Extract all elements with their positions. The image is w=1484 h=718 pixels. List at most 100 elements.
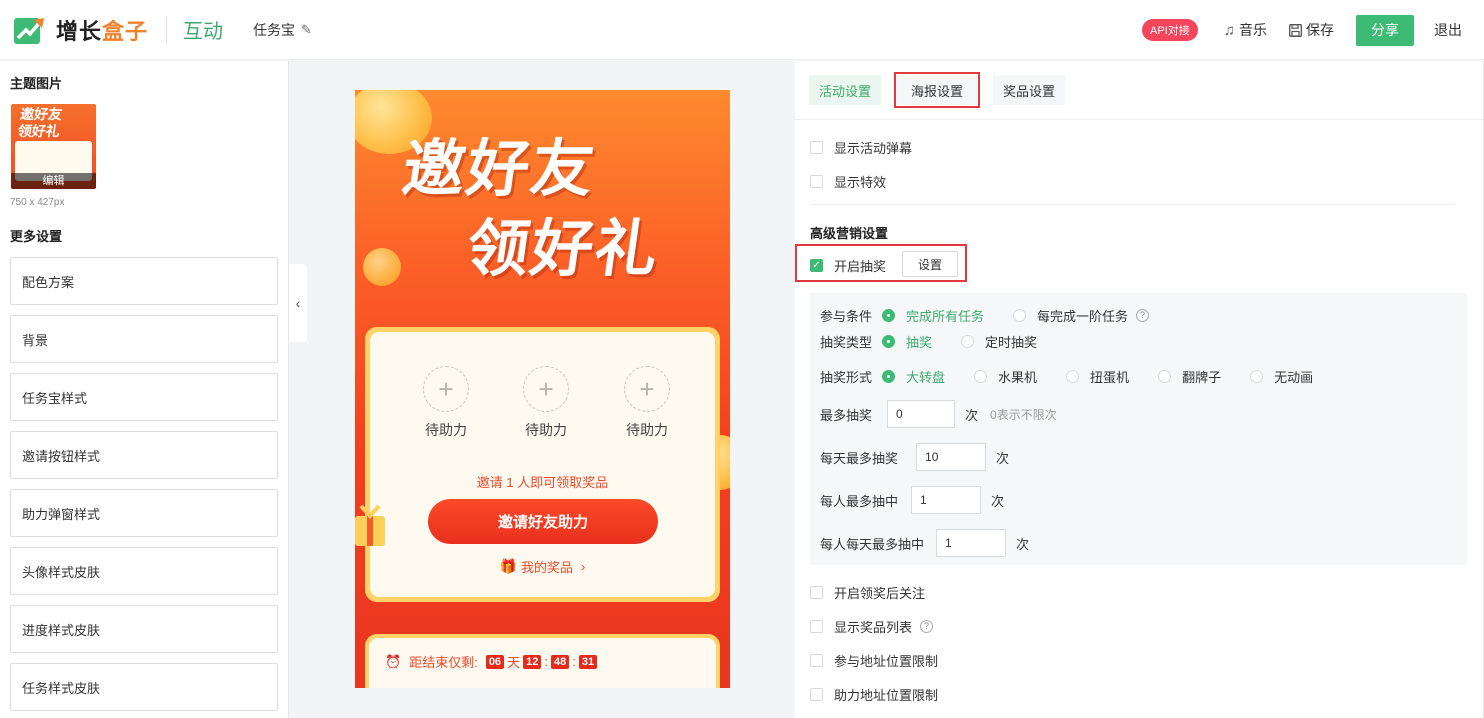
unit-label: 次 (965, 407, 979, 423)
colon: : (544, 654, 548, 669)
music-icon: ♫ (1223, 21, 1235, 39)
join-location-limit-option[interactable]: 参与地址位置限制 (810, 651, 938, 670)
follow-after-claim-checkbox[interactable] (810, 586, 823, 599)
join-location-limit-label: 参与地址位置限制 (834, 654, 939, 669)
enable-lottery-checkbox[interactable]: ✓ (810, 259, 823, 272)
setting-item-color-scheme[interactable]: 配色方案 (10, 257, 278, 305)
chevron-right-icon: › (581, 559, 586, 574)
form-wheel[interactable]: 大转盘 (882, 367, 945, 386)
per-user-daily-max-wins-input[interactable]: 1 (936, 529, 1007, 557)
max-draws-input[interactable]: 0 (887, 400, 956, 428)
radio[interactable] (1013, 309, 1027, 322)
show-danmu-checkbox[interactable] (810, 141, 823, 154)
per-user-daily-max-wins-label: 每人每天最多抽中 (820, 536, 925, 552)
follow-after-claim-option[interactable]: 开启领奖后关注 (810, 583, 925, 602)
radio[interactable] (1250, 370, 1264, 383)
edit-image-button[interactable]: 编辑 (11, 173, 96, 189)
module-name: 互动 (183, 21, 224, 43)
setting-item-background[interactable]: 背景 (10, 315, 278, 363)
form-no-animation[interactable]: 无动画 (1250, 367, 1313, 386)
music-label: 音乐 (1239, 22, 1267, 38)
invite-requirement-text: 邀请 1 人即可领取奖品 (476, 475, 609, 490)
plus-icon: + (624, 366, 670, 412)
condition-each-stage[interactable]: 每完成一阶任务 (1013, 306, 1128, 325)
type-lottery[interactable]: 抽奖 (882, 332, 932, 351)
api-badge[interactable]: API对接 (1142, 19, 1198, 41)
lottery-form-row: 抽奖形式 大转盘 水果机 扭蛋机 翻牌子 无动画 (820, 367, 1342, 386)
participation-condition-row: 参与条件 完成所有任务 每完成一阶任务 ? (820, 306, 1150, 325)
logo: 增长盒子 (14, 14, 148, 46)
exit-button[interactable]: 退出 (1434, 20, 1462, 40)
theme-image-thumbnail[interactable]: 邀好友 领好礼 编辑 (11, 104, 96, 189)
show-danmu-option[interactable]: 显示活动弹幕 (810, 138, 912, 157)
setting-item-progress-skin[interactable]: 进度样式皮肤 (10, 605, 278, 653)
setting-item-help-popup-style[interactable]: 助力弹窗样式 (10, 489, 278, 537)
helper-label: 待助力 (626, 422, 668, 438)
condition-all-tasks[interactable]: 完成所有任务 (882, 306, 984, 325)
helper-slot[interactable]: + 待助力 (516, 366, 576, 440)
help-location-limit-checkbox[interactable] (810, 688, 823, 701)
invite-card: + 待助力 + 待助力 + 待助力 邀请 1 人即可领取奖品 邀请好友助力 🎁 … (365, 327, 720, 602)
help-location-limit-option[interactable]: 助力地址位置限制 (810, 685, 938, 704)
type-scheduled-lottery[interactable]: 定时抽奖 (961, 332, 1037, 351)
divider (795, 119, 1484, 120)
help-icon[interactable]: ? (920, 620, 934, 633)
max-draws-row: 最多抽奖 0 次 0表示不限次 (820, 400, 1057, 428)
per-user-max-wins-input[interactable]: 1 (911, 486, 982, 514)
show-effect-option[interactable]: 显示特效 (810, 172, 886, 191)
helper-label: 待助力 (525, 422, 567, 438)
enable-lottery-option[interactable]: ✓ 开启抽奖 (810, 256, 886, 275)
help-icon[interactable]: ? (1136, 309, 1150, 322)
lottery-form-label: 抽奖形式 (820, 370, 873, 385)
advanced-marketing-title: 高级营销设置 (810, 226, 889, 241)
tab-activity-settings[interactable]: 活动设置 (809, 75, 882, 105)
my-prize-link[interactable]: 🎁 我的奖品 › (370, 557, 715, 576)
form-fruit-machine[interactable]: 水果机 (974, 367, 1037, 386)
edit-pencil-icon[interactable]: ✎ (301, 22, 312, 38)
colon: : (572, 654, 576, 669)
helper-slot[interactable]: + 待助力 (617, 366, 677, 440)
show-effect-checkbox[interactable] (810, 175, 823, 188)
coin-decoration (363, 248, 401, 286)
form-gashapon[interactable]: 扭蛋机 (1066, 367, 1129, 386)
help-location-limit-label: 助力地址位置限制 (834, 688, 939, 703)
top-header: 增长盒子 互动 任务宝 ✎ API对接 ♫ 音乐 保存 分享 退出 (0, 0, 1484, 60)
setting-item-task-style[interactable]: 任务宝样式 (10, 373, 278, 421)
invite-friends-button[interactable]: 邀请好友助力 (428, 499, 658, 544)
headline-line2: 领好礼 (462, 215, 664, 284)
radio[interactable] (1158, 370, 1172, 383)
form-flip-card[interactable]: 翻牌子 (1158, 367, 1221, 386)
radio[interactable] (961, 335, 975, 348)
theme-image-title: 主题图片 (10, 76, 63, 91)
lottery-settings-button[interactable]: 设置 (902, 251, 958, 277)
radio[interactable] (882, 335, 896, 348)
per-user-daily-max-wins-row: 每人每天最多抽中 1 次 (820, 529, 1029, 557)
show-prize-list-option[interactable]: 显示奖品列表 ? (810, 617, 934, 636)
theme-image-size: 750 x 427px (10, 197, 65, 208)
collapse-panel-button[interactable]: ‹ (289, 264, 307, 342)
radio[interactable] (882, 370, 896, 383)
tab-poster-settings[interactable]: 海报设置 (894, 72, 981, 108)
show-danmu-label: 显示活动弹幕 (834, 141, 913, 156)
radio[interactable] (974, 370, 988, 383)
radio[interactable] (882, 309, 896, 322)
radio[interactable] (1066, 370, 1080, 383)
join-location-limit-checkbox[interactable] (810, 654, 823, 667)
unit-label: 次 (996, 450, 1010, 466)
daily-max-draws-input[interactable]: 10 (916, 443, 987, 471)
save-button[interactable]: 保存 (1289, 20, 1334, 40)
countdown-minutes: 48 (550, 654, 570, 669)
tab-prize-settings[interactable]: 奖品设置 (993, 75, 1066, 105)
helper-label: 待助力 (425, 422, 467, 438)
show-prize-list-checkbox[interactable] (810, 620, 823, 633)
unit-label: 次 (991, 493, 1005, 509)
day-unit: 天 (507, 655, 521, 670)
task-name[interactable]: 任务宝 ✎ (253, 20, 312, 40)
poster-preview: 邀好友 领好礼 + 待助力 + 待助力 + 待助力 邀请 1 人即可领取奖品 邀… (355, 90, 730, 688)
setting-item-task-skin[interactable]: 任务样式皮肤 (10, 663, 278, 711)
helper-slot[interactable]: + 待助力 (416, 366, 476, 440)
share-button[interactable]: 分享 (1356, 14, 1414, 46)
setting-item-avatar-skin[interactable]: 头像样式皮肤 (10, 547, 278, 595)
setting-item-invite-button-style[interactable]: 邀请按钮样式 (10, 431, 278, 479)
music-button[interactable]: ♫ 音乐 (1224, 20, 1267, 40)
